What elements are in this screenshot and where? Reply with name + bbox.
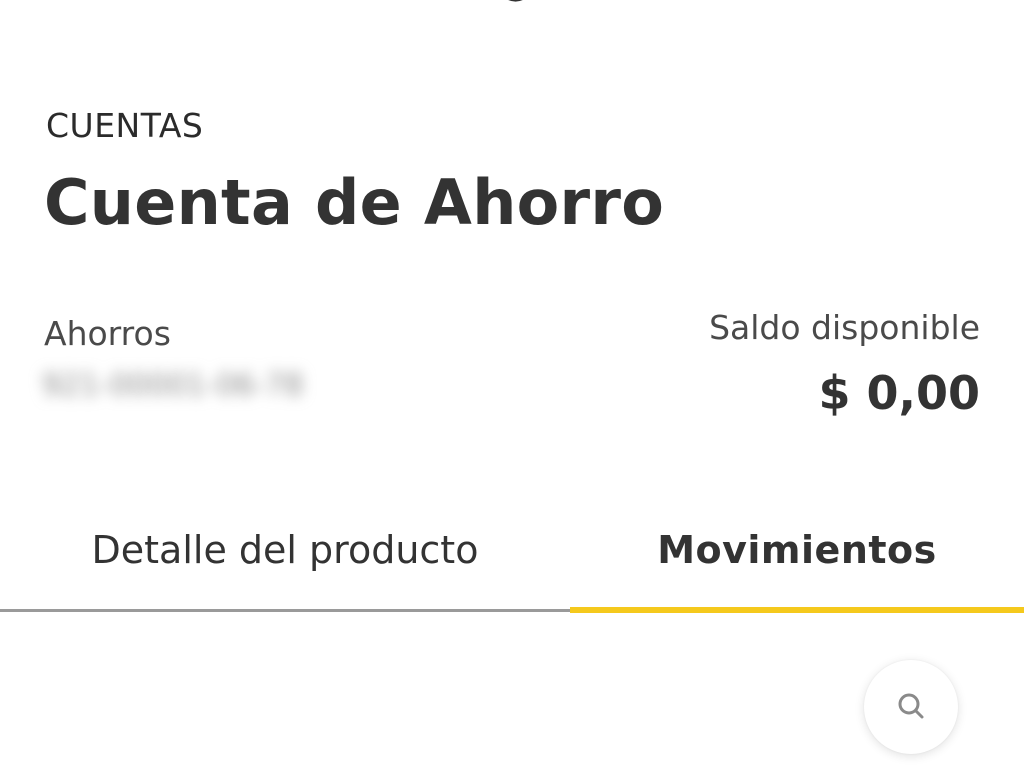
search-icon	[898, 693, 924, 719]
tab-product-detail[interactable]: Detalle del producto	[0, 490, 570, 610]
page-title: Cuenta de Ahorro	[44, 166, 665, 239]
account-type: Ahorros	[44, 314, 171, 353]
top-arrow-icon	[508, 0, 523, 2]
account-screen: CUENTAS Cuenta de Ahorro Ahorros 921-000…	[0, 0, 1024, 768]
section-label: CUENTAS	[46, 106, 204, 145]
account-number: 921-00001-06-78	[42, 368, 304, 403]
tab-bar: Detalle del producto Movimientos	[0, 490, 1024, 614]
balance-value: $ 0,00	[818, 366, 980, 420]
tab-underline-inactive	[0, 609, 570, 612]
tab-underline-active	[570, 607, 1024, 613]
tab-movements-label: Movimientos	[657, 528, 937, 572]
balance-label: Saldo disponible	[709, 308, 980, 347]
search-button[interactable]	[864, 660, 958, 754]
tab-movements[interactable]: Movimientos	[570, 490, 1024, 610]
tab-product-detail-label: Detalle del producto	[91, 528, 479, 572]
